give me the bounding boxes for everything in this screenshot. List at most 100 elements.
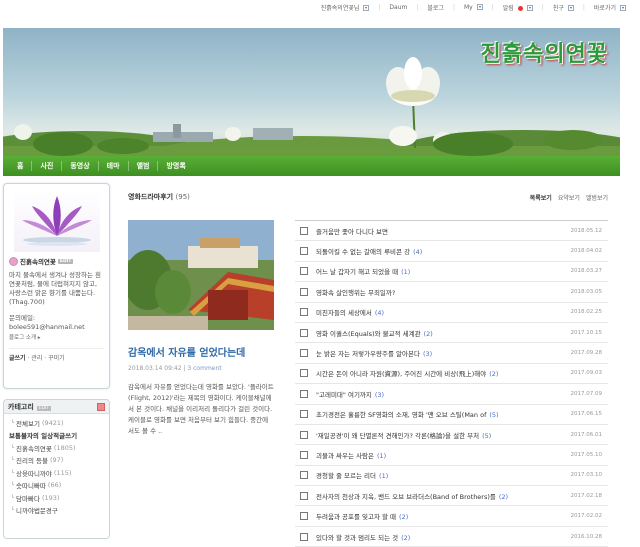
post-title-link[interactable]: 있다와 할 것과 멈리도 되는 것 (2) bbox=[316, 532, 562, 542]
post-date: 2018.03.05 bbox=[570, 288, 603, 295]
post-checkbox[interactable] bbox=[300, 450, 308, 459]
post-comment-count[interactable]: (2) bbox=[499, 493, 508, 501]
category-item[interactable]: 보통불자의 일상적글쓰기 bbox=[9, 430, 104, 442]
dropdown-arrow-icon[interactable] bbox=[363, 5, 370, 11]
post-title-link[interactable]: 영화 이퀄스(Equals)와 불교적 세계관 (2) bbox=[316, 328, 562, 338]
manage-link[interactable]: 관리 bbox=[31, 355, 42, 362]
post-checkbox[interactable] bbox=[300, 328, 308, 337]
post-comment-count[interactable]: (2) bbox=[489, 370, 498, 378]
post-checkbox[interactable] bbox=[300, 532, 308, 541]
post-title-link[interactable]: 미친자들의 세상에서 (4) bbox=[316, 307, 562, 317]
post-checkbox[interactable] bbox=[300, 287, 308, 296]
featured-post-meta: 2018.03.14 09:42 | 3 comment bbox=[128, 365, 222, 372]
category-item[interactable]: 상윳따니까야(115) bbox=[9, 467, 104, 480]
post-checkbox[interactable] bbox=[300, 267, 308, 276]
category-item[interactable]: 진흙속의연꽃(1805) bbox=[9, 442, 104, 455]
post-date: 2018.03.27 bbox=[570, 268, 603, 275]
dropdown-arrow-icon[interactable] bbox=[567, 5, 574, 11]
topbar-item[interactable]: My bbox=[461, 4, 486, 11]
dropdown-arrow-icon[interactable] bbox=[476, 4, 483, 10]
post-checkbox[interactable] bbox=[300, 389, 308, 398]
category-item[interactable]: 전체보기(9421) bbox=[9, 417, 104, 430]
post-title-link[interactable]: 전사자의 천상과 지옥, 밴드 오브 브라더스(Band of Brothers… bbox=[316, 491, 562, 501]
category-item[interactable]: 숫따니빠따(66) bbox=[9, 479, 104, 492]
post-date: 2017.09.03 bbox=[570, 370, 603, 377]
post-title-link[interactable]: 괴물과 싸우는 사람은 (1) bbox=[316, 450, 562, 460]
profile-name-text[interactable]: 진흙속의연꽃 bbox=[20, 256, 56, 266]
post-title-link[interactable]: 즐거움만 좇아 다니다 보면 bbox=[316, 226, 562, 236]
post-title-link[interactable]: 영화속 살인행위는 무죄일까? bbox=[316, 287, 562, 297]
post-title-link[interactable]: 경청할 줄 모르는 리더 (1) bbox=[316, 470, 562, 480]
blog-title-logo[interactable]: 진흙속의연꽃 bbox=[481, 36, 608, 68]
post-comment-count[interactable]: (2) bbox=[399, 513, 408, 521]
nav-item[interactable]: 사진 bbox=[32, 161, 63, 171]
summary-view-tab[interactable]: 요약보기 bbox=[558, 195, 580, 202]
topbar-item[interactable]: 알림 bbox=[500, 3, 536, 12]
topbar-item[interactable]: 바로가기 bbox=[591, 3, 629, 12]
post-comment-count[interactable]: (4) bbox=[375, 309, 384, 317]
post-title-link[interactable]: 되돌이킬 수 없는 갈애의 루비콘 강 (4) bbox=[316, 246, 562, 256]
nav-item[interactable]: 홈 bbox=[9, 161, 33, 171]
post-title-link[interactable]: 눈 밝은 자는 저렇가우량주를 알아본다 (3) bbox=[316, 348, 562, 358]
category-item[interactable]: 담마빠다(193) bbox=[9, 492, 104, 505]
decorate-link[interactable]: 꾸미기 bbox=[48, 355, 65, 362]
category-heading: 영화드라마후기 (95) bbox=[128, 192, 190, 202]
post-comment-count[interactable]: (1) bbox=[401, 268, 410, 276]
post-checkbox[interactable] bbox=[300, 491, 308, 500]
nav-item[interactable]: 테마 bbox=[99, 161, 129, 171]
collapse-toggle-icon[interactable] bbox=[97, 402, 105, 411]
post-comment-count[interactable]: (1) bbox=[377, 452, 386, 460]
profile-edit-badge[interactable]: EDIT bbox=[57, 258, 74, 264]
post-comment-count[interactable]: (2) bbox=[401, 534, 410, 542]
nav-item[interactable]: 방명록 bbox=[158, 161, 193, 171]
post-checkbox[interactable] bbox=[300, 349, 308, 358]
dropdown-arrow-icon[interactable] bbox=[620, 5, 626, 11]
topbar-item-label: 바로가기 bbox=[593, 4, 616, 12]
post-title-link[interactable]: '재일공경'이 왜 단멸론적 견해인가? 각론(格論)을 설한 부처 (5) bbox=[316, 430, 562, 440]
post-checkbox[interactable] bbox=[300, 471, 308, 480]
featured-post-comments[interactable]: 3 comment bbox=[187, 365, 221, 372]
post-checkbox[interactable] bbox=[300, 512, 308, 521]
blog-intro-link[interactable]: 블로그 소개 ▸ bbox=[9, 334, 104, 343]
category-item[interactable]: 니까야법문경구 bbox=[9, 504, 104, 517]
nav-item[interactable]: 동영상 bbox=[62, 161, 99, 171]
post-checkbox[interactable] bbox=[300, 226, 308, 235]
post-title: 미친자들의 세상에서 bbox=[316, 309, 372, 318]
post-comment-count[interactable]: (3) bbox=[423, 350, 432, 358]
post-checkbox[interactable] bbox=[300, 369, 308, 378]
post-comment-count[interactable]: (3) bbox=[375, 391, 384, 399]
contact-label: 문의메일: bbox=[9, 314, 36, 322]
list-view-tab[interactable]: 목록보기 bbox=[530, 195, 552, 202]
post-title-link[interactable]: 초기경전은 훌륭한 SF영화의 소재, 영화 '맨 오브 스틸(Man of (5… bbox=[316, 409, 562, 419]
topbar-item[interactable]: 블로그 bbox=[424, 3, 447, 12]
post-checkbox[interactable] bbox=[300, 308, 308, 317]
dropdown-arrow-icon[interactable] bbox=[526, 5, 533, 11]
post-title-link[interactable]: 시간은 돈이 아니라 자원(資源), 주어진 시간에 비상(飛上)해야 (2) bbox=[316, 368, 562, 378]
post-comment-count[interactable]: (1) bbox=[379, 472, 388, 480]
post-list-row: '재일공경'이 왜 단멸론적 견해인가? 각론(格論)을 설한 부처 (5) 201… bbox=[295, 425, 608, 446]
album-view-tab[interactable]: 앨범보기 bbox=[586, 195, 608, 202]
post-title-link[interactable]: "고레미대" 여기까지 (3) bbox=[316, 389, 562, 399]
category-edit-badge[interactable]: EDIT bbox=[36, 405, 52, 411]
featured-post-title[interactable]: 감옥에서 자유를 얻었다는데 bbox=[128, 344, 274, 359]
nav-item[interactable]: 앨범 bbox=[129, 161, 159, 171]
category-item-count: (97) bbox=[49, 456, 64, 465]
post-checkbox[interactable] bbox=[300, 247, 308, 256]
topbar-item[interactable]: 친구 bbox=[550, 3, 577, 12]
post-date: 2017.07.09 bbox=[570, 390, 603, 397]
post-title-link[interactable]: 두려움과 공포를 잊고자 할 때 (2) bbox=[316, 511, 562, 521]
topbar-item[interactable]: 진흙속의연꽃님 bbox=[318, 3, 373, 12]
category-item[interactable]: 진리의 등불(97) bbox=[9, 454, 104, 467]
featured-post-photo[interactable] bbox=[128, 220, 274, 330]
write-link[interactable]: 글쓰기 bbox=[9, 355, 26, 362]
post-checkbox[interactable] bbox=[300, 430, 308, 439]
post-comment-count[interactable]: (5) bbox=[489, 411, 498, 419]
post-comment-count[interactable]: (2) bbox=[424, 330, 433, 338]
post-title-link[interactable]: 어느 날 갑자기 해고 되었을 때 (1) bbox=[316, 266, 562, 276]
post-comment-count[interactable]: (4) bbox=[413, 248, 422, 256]
profile-name[interactable]: 진흙속의연꽃 EDIT bbox=[9, 256, 104, 266]
post-checkbox[interactable] bbox=[300, 410, 308, 419]
topbar-item[interactable]: Daum bbox=[386, 4, 410, 11]
post-date: 2017.06.01 bbox=[570, 431, 603, 438]
post-comment-count[interactable]: (5) bbox=[482, 432, 491, 440]
